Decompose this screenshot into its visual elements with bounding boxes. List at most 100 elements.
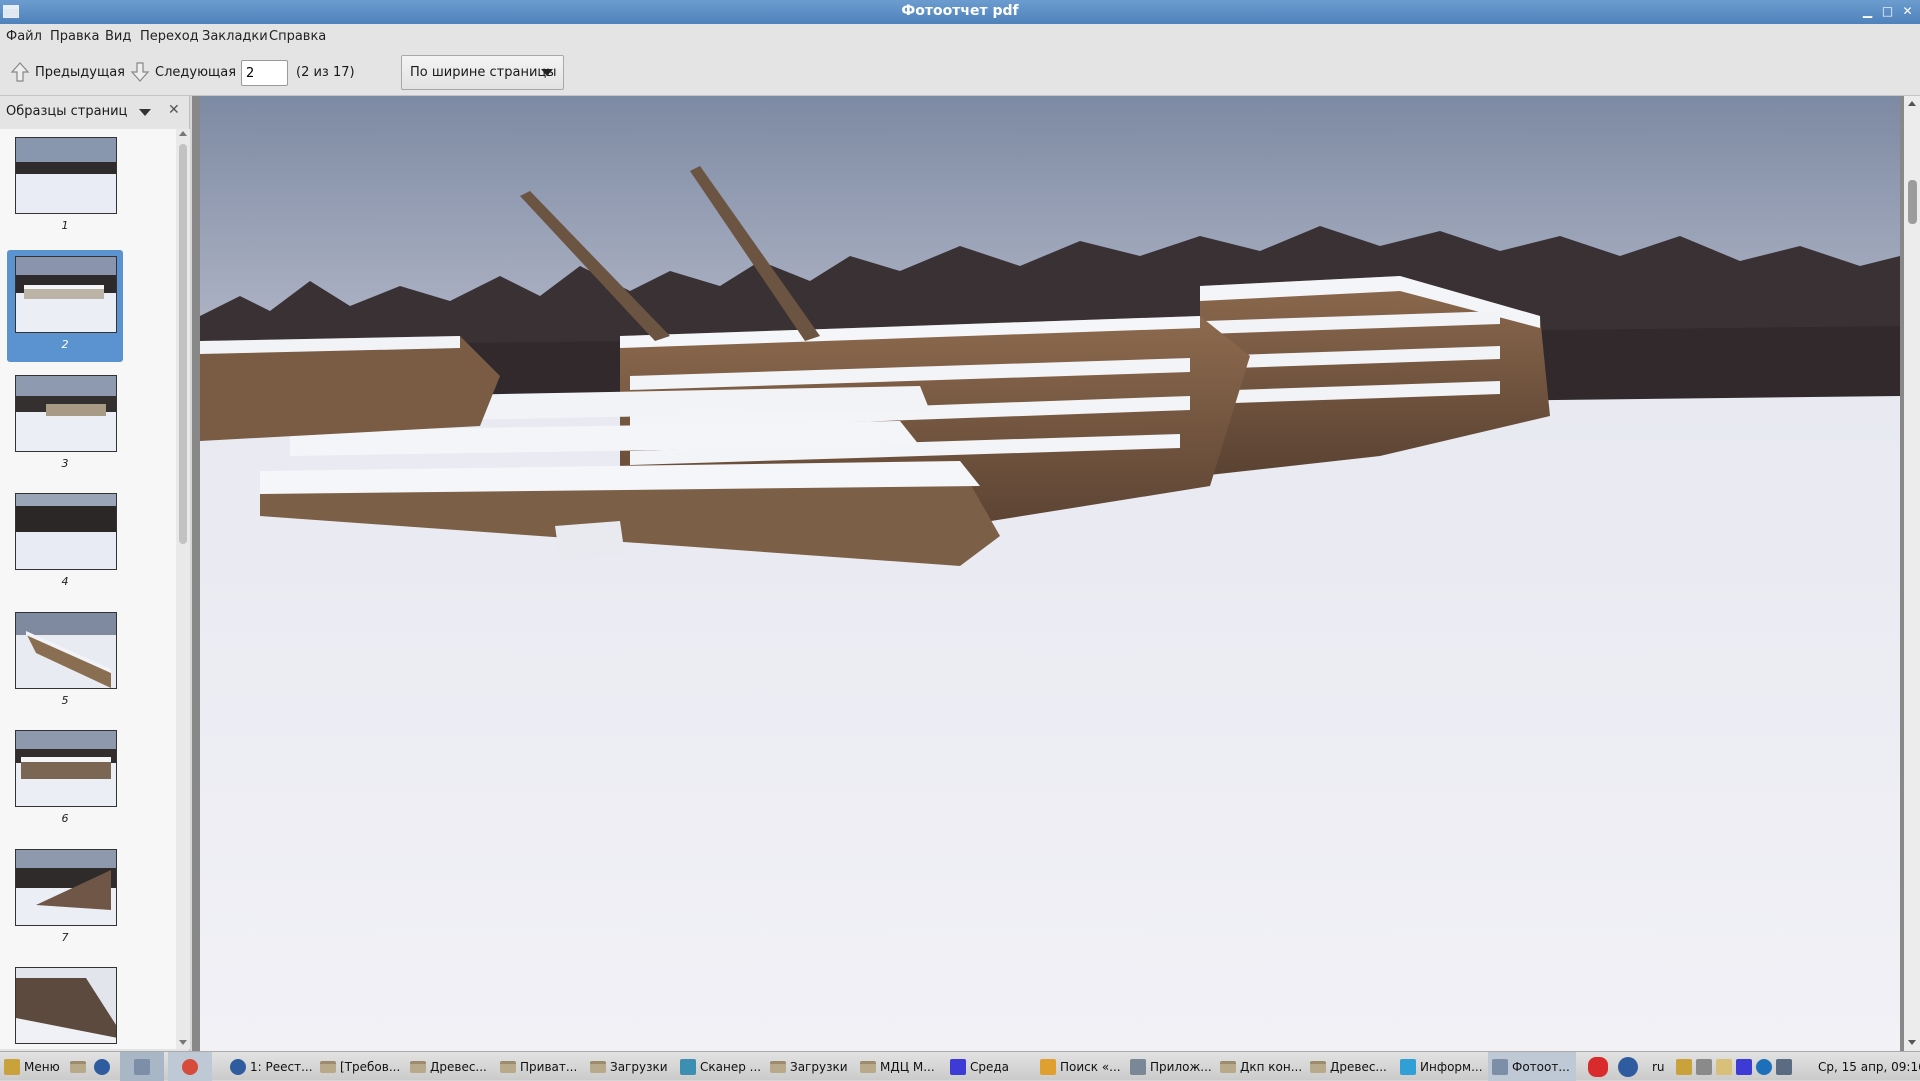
sidebar-title: Образцы страниц [6,104,128,119]
taskbar-item-label: Фотоот... [1512,1059,1570,1074]
thumbnail-number: 2 [61,338,69,351]
sidebar-scroll-thumb[interactable] [179,144,187,544]
viewer-scrollbar[interactable] [1904,96,1920,1051]
clipboard-icon[interactable] [1716,1058,1732,1075]
sidebar-close-icon[interactable]: ✕ [168,102,180,118]
tray-icons [1676,1052,1792,1081]
zoom-select[interactable]: По ширине страницы [401,55,564,90]
taskbar-item[interactable]: 1: Реест... [230,1052,313,1081]
taskbar-item[interactable]: МДЦ М... [860,1052,935,1081]
viewer-scroll-thumb[interactable] [1908,180,1917,224]
network-icon[interactable] [1676,1058,1692,1075]
close-icon[interactable]: ✕ [1900,4,1915,19]
app-window-icon [1130,1058,1146,1075]
taskbar-item[interactable]: [Требов... [320,1052,400,1081]
taskbar-item[interactable]: Древес... [1310,1052,1387,1081]
previous-page-button[interactable]: Предыдущая [10,60,125,84]
tray-yandex[interactable] [1618,1052,1638,1081]
search-app-icon [1040,1058,1056,1075]
thumbnail-image [15,137,117,214]
thumbnail-item[interactable] [7,961,123,1049]
page-count: (2 из 17) [296,65,355,80]
thumbnail-item[interactable]: 4 [7,487,123,599]
thumbnail-number: 5 [61,694,69,707]
volume-icon[interactable] [1696,1058,1712,1075]
thumbnail-item[interactable]: 6 [7,724,123,836]
scanner-icon [680,1058,696,1075]
taskbar-item-label: Загрузки [610,1059,668,1074]
menu-file[interactable]: Файл [6,29,42,44]
thumbnail-number: 6 [61,812,69,825]
folder-icon [1310,1060,1326,1073]
taskbar-item-label: Загрузки [790,1059,848,1074]
maximize-icon[interactable]: □ [1880,4,1895,19]
app-icon [182,1058,198,1075]
thumbnail-item-selected[interactable]: 2 [7,250,123,362]
taskbar-item[interactable]: Дкп кон... [1220,1052,1302,1081]
taskbar-item-label: Древес... [430,1059,487,1074]
sidebar-scrollbar[interactable] [176,129,190,1049]
folder-icon [500,1060,516,1073]
quicklaunch-files[interactable] [70,1052,86,1081]
thumbnail-image [15,730,117,807]
thumbnail-item[interactable]: 1 [7,131,123,243]
quicklaunch-desktop[interactable] [120,1052,164,1081]
clock[interactable]: Ср, 15 апр, 09:16 [1818,1052,1920,1081]
taskbar-item-label: Приват... [520,1059,578,1074]
taskbar-item-active[interactable]: Фотоот... [1488,1052,1576,1081]
document-view[interactable] [192,96,1904,1051]
scroll-up-icon[interactable] [1908,101,1916,106]
red-app-icon [1588,1056,1608,1077]
taskbar-item[interactable]: Среда [950,1052,1009,1081]
sidebar-mode-dropdown-icon[interactable] [139,109,151,116]
menu-go[interactable]: Переход [140,29,199,44]
hp-icon[interactable] [1756,1058,1772,1075]
thumbnail-image [15,256,117,333]
menu-edit[interactable]: Правка [50,29,99,44]
quicklaunch-app[interactable] [168,1052,212,1081]
scroll-down-icon[interactable] [1908,1040,1916,1045]
taskbar-item[interactable]: Древес... [410,1052,487,1081]
taskbar-item-label: Поиск «... [1060,1059,1121,1074]
page-number-input[interactable] [241,60,288,86]
folder-icon [320,1060,336,1073]
menu-help[interactable]: Справка [269,29,326,44]
menu-view[interactable]: Вид [105,29,131,44]
thumbnail-item[interactable]: 5 [7,606,123,718]
taskbar-item[interactable]: Загрузки [770,1052,848,1081]
taskbar-item[interactable]: Поиск «... [1040,1052,1121,1081]
page-photo [200,96,1900,1051]
folder-icon [770,1060,786,1073]
thumbnail-image [15,493,117,570]
folder-icon [70,1060,86,1073]
folder-icon [590,1060,606,1073]
previous-page-label: Предыдущая [35,64,125,80]
start-menu-button[interactable]: Меню [4,1052,60,1081]
taskbar-item[interactable]: Загрузки [590,1052,668,1081]
next-page-button[interactable]: Следующая [130,60,236,84]
thumbnail-image [15,375,117,452]
thumbnail-item[interactable]: 3 [7,369,123,481]
display-icon[interactable] [1776,1058,1792,1075]
taskbar-item[interactable]: Прилож... [1130,1052,1212,1081]
thumbnail-number: 3 [61,457,69,470]
taskbar-item[interactable]: Сканер ... [680,1052,761,1081]
menu-bookmarks[interactable]: Закладки [202,29,268,44]
thumbnail-number: 7 [61,931,69,944]
quicklaunch-browser[interactable] [94,1052,110,1081]
start-menu-icon [4,1058,20,1075]
taskbar-item[interactable]: Приват... [500,1052,577,1081]
minimize-icon[interactable]: ▁ [1860,4,1875,19]
window-title: Фотоотчет pdf [901,3,1019,19]
arrow-down-icon [130,62,150,82]
thumbnail-list[interactable]: 1 2 3 4 5 6 7 [0,129,176,1049]
tray-vivaldi[interactable] [1588,1052,1608,1081]
sreda-tray-icon[interactable] [1736,1058,1752,1075]
taskbar: Меню 1: Реест... [Требов... Древес... Пр… [0,1051,1920,1081]
thumbnail-image [15,967,117,1044]
keyboard-layout[interactable]: ru [1652,1052,1665,1081]
scroll-down-icon[interactable] [179,1040,187,1045]
thumbnail-item[interactable]: 7 [7,843,123,955]
scroll-up-icon[interactable] [179,131,187,136]
taskbar-item[interactable]: Информ... [1400,1052,1483,1081]
